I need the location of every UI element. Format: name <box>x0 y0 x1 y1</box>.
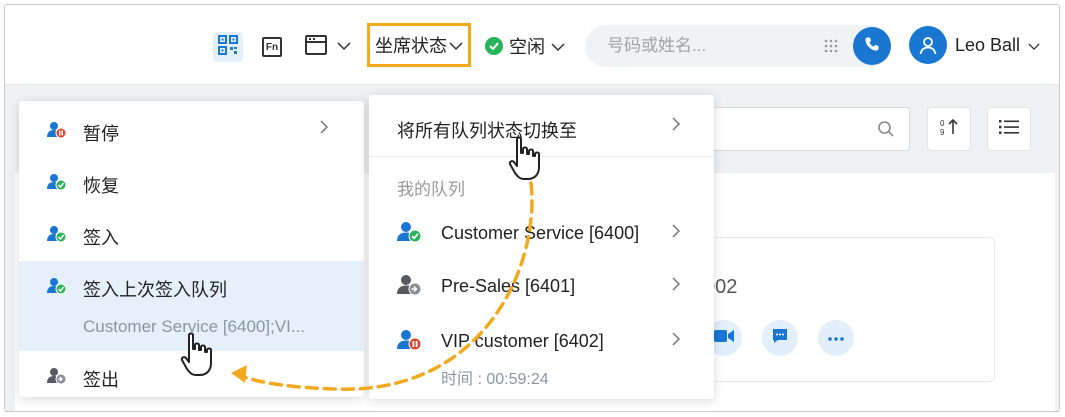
available-check-icon <box>485 37 503 55</box>
menu-item-label: 暂停 <box>83 124 119 144</box>
queue-label: Pre-Sales [6401] <box>441 276 576 296</box>
queue-logged-out-icon <box>397 274 423 301</box>
fn-icon: Fn <box>262 37 282 57</box>
my-queues-heading: 我的队列 <box>397 180 465 199</box>
phone-icon <box>864 36 880 57</box>
menu-item-sublabel: Customer Service [6400];VI... <box>83 317 306 336</box>
chevron-down-icon <box>1028 35 1040 56</box>
sort-button[interactable]: 09 <box>927 107 971 151</box>
list-icon <box>999 119 1019 140</box>
switch-all-queues-item[interactable]: 将所有队列状态切换至 <box>369 95 714 157</box>
queue-label: VIP customer [6402] <box>441 331 604 351</box>
agent-status-label: 坐席状态 <box>375 36 447 56</box>
menu-item-login-last-queues[interactable]: 签入上次签入队列 Customer Service [6400];VI... <box>19 261 364 351</box>
window-icon <box>305 34 327 60</box>
window-button[interactable] <box>301 32 331 62</box>
queue-search-input[interactable] <box>685 107 910 151</box>
agent-resume-icon <box>47 173 67 196</box>
menu-item-login[interactable]: 签入 <box>19 209 364 261</box>
more-icon <box>827 329 845 347</box>
agent-login-icon <box>47 225 67 248</box>
agent-logout-icon <box>47 367 67 390</box>
queue-label: Customer Service [6400] <box>441 223 640 243</box>
app-window: 09 002 Fn 坐席状态 空闲 号码或姓名... Leo Ball 暂停 恢… <box>4 4 1060 412</box>
presence-label: 空闲 <box>509 37 545 57</box>
menu-item-label: 签入 <box>83 228 119 248</box>
switch-all-queues-label: 将所有队列状态切换至 <box>397 121 577 141</box>
queue-online-icon <box>397 221 423 248</box>
search-icon <box>877 120 895 143</box>
menu-item-resume[interactable]: 恢复 <box>19 157 364 209</box>
chevron-right-icon <box>319 119 329 140</box>
qr-code-icon <box>218 34 238 60</box>
queue-item[interactable]: Pre-Sales [6401] <box>369 266 714 306</box>
chevron-down-icon <box>551 36 565 57</box>
list-view-button[interactable] <box>987 107 1031 151</box>
more-button[interactable] <box>818 320 854 356</box>
queue-status-submenu: 将所有队列状态切换至 我的队列 Customer Service [6400] … <box>369 95 714 399</box>
svg-text:0: 0 <box>940 119 945 128</box>
call-button[interactable] <box>853 27 891 65</box>
queue-item[interactable]: Customer Service [6400] <box>369 213 714 253</box>
top-bar: Fn 坐席状态 空闲 号码或姓名... Leo Ball <box>5 5 1059 85</box>
menu-item-label: 签出 <box>83 370 119 390</box>
menu-item-pause[interactable]: 暂停 <box>19 105 364 157</box>
chevron-right-icon <box>671 276 681 297</box>
agent-status-button[interactable]: 坐席状态 <box>367 23 471 67</box>
user-menu[interactable]: Leo Ball <box>909 25 1040 65</box>
menu-item-label: 签入上次签入队列 <box>83 280 227 300</box>
avatar <box>909 26 947 64</box>
dial-search-input[interactable] <box>605 35 805 57</box>
chat-icon <box>771 327 789 350</box>
chevron-right-icon <box>671 116 681 137</box>
chevron-down-icon[interactable] <box>337 38 351 56</box>
agent-status-menu: 暂停 恢复 签入 签入上次签入队列 Customer Service [6400… <box>19 101 364 397</box>
qr-code-button[interactable] <box>213 32 243 62</box>
dialpad-icon[interactable] <box>823 38 839 59</box>
chevron-right-icon <box>671 223 681 244</box>
message-button[interactable] <box>762 320 798 356</box>
sort-icon: 09 <box>939 117 959 142</box>
queue-paused-icon <box>397 329 423 356</box>
queue-item[interactable]: VIP customer [6402] <box>369 321 714 361</box>
chevron-down-icon <box>449 35 463 56</box>
video-icon <box>714 329 734 348</box>
svg-text:9: 9 <box>940 128 945 137</box>
fn-label: Fn <box>265 41 279 53</box>
agent-login-icon <box>47 277 67 300</box>
agent-pause-icon <box>47 121 67 144</box>
menu-item-label: 恢复 <box>83 176 119 196</box>
fn-button[interactable]: Fn <box>257 32 287 62</box>
user-name: Leo Ball <box>955 34 1021 55</box>
pause-duration: 时间 : 00:59:24 <box>441 371 549 388</box>
dial-search-box <box>585 25 891 67</box>
chevron-right-icon <box>671 331 681 352</box>
presence-dropdown[interactable]: 空闲 <box>485 33 565 59</box>
menu-item-logout[interactable]: 签出 <box>19 351 364 403</box>
